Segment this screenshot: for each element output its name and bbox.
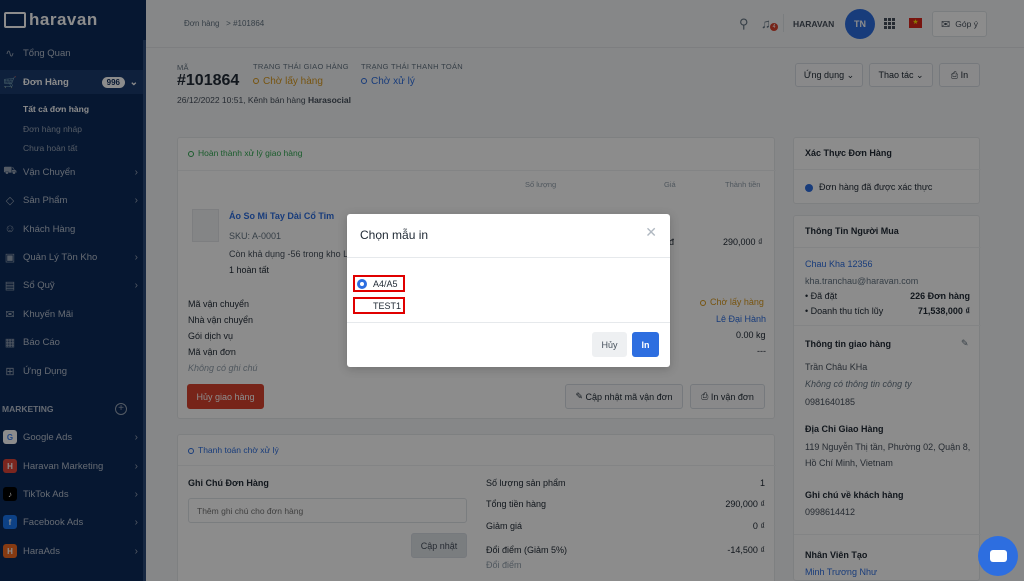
chat-button[interactable] bbox=[978, 536, 1018, 576]
template-option-a4[interactable]: A4/A5 bbox=[353, 275, 405, 292]
close-icon[interactable]: ✕ bbox=[645, 224, 657, 241]
radio-unselected-icon[interactable] bbox=[357, 300, 367, 311]
template-option-label: A4/A5 bbox=[373, 278, 398, 289]
radio-selected-icon[interactable] bbox=[357, 278, 367, 289]
modal-title: Chọn mẫu in bbox=[360, 228, 429, 242]
print-confirm-button[interactable]: In bbox=[632, 332, 659, 357]
chat-icon bbox=[989, 550, 1007, 562]
divider bbox=[347, 322, 670, 323]
divider bbox=[347, 257, 670, 258]
print-template-modal: Chọn mẫu in ✕ A4/A5 TEST1 Hủy In bbox=[347, 214, 670, 367]
template-option-test1[interactable]: TEST1 bbox=[353, 297, 405, 314]
template-option-label: TEST1 bbox=[373, 300, 402, 311]
cancel-button[interactable]: Hủy bbox=[592, 332, 627, 357]
